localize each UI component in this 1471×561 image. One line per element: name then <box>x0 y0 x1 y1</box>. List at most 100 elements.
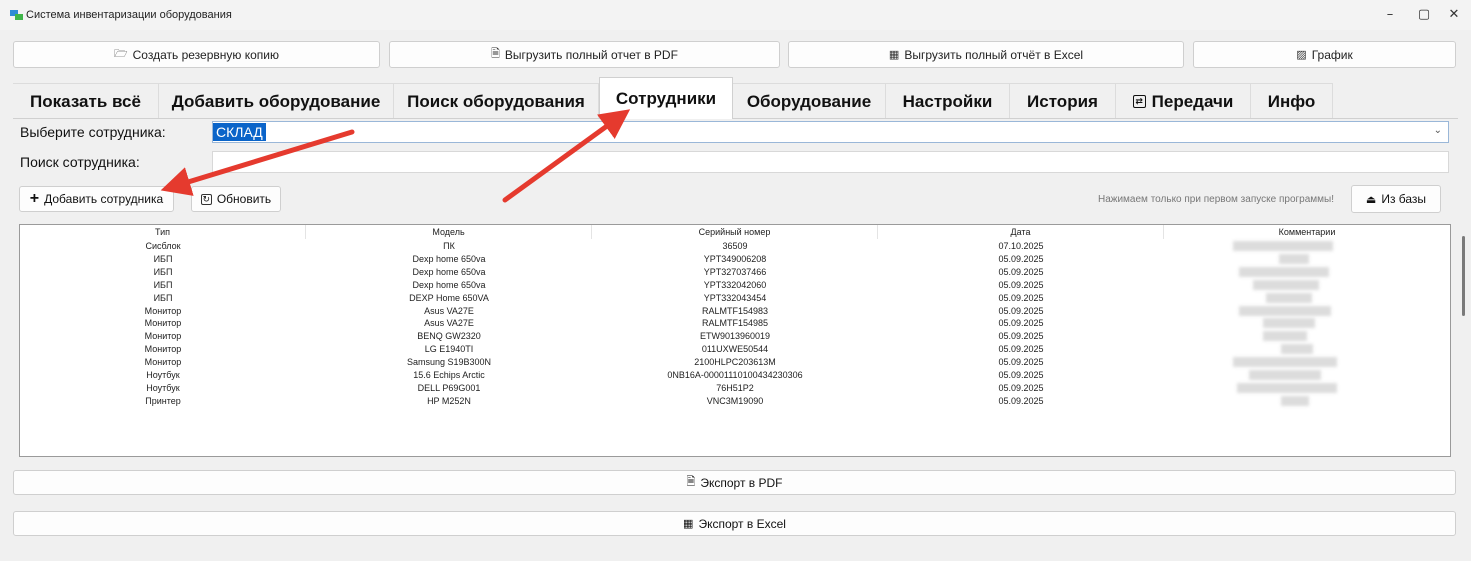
tab-show-all[interactable]: Показать всё <box>13 83 159 119</box>
refresh-button[interactable]: ↻ Обновить <box>191 186 281 212</box>
backup-label: Создать резервную копию <box>132 47 279 62</box>
add-employee-button[interactable]: + Добавить сотрудника <box>19 186 174 212</box>
cell-model: ПК <box>443 241 455 251</box>
cell-comments-redacted <box>1239 266 1329 277</box>
cell-model: Samsung S19B300N <box>406 357 492 368</box>
column-header-type[interactable]: Тип <box>20 225 306 239</box>
export-excel-button[interactable]: ▦ Экспорт в Excel <box>13 511 1456 536</box>
add-employee-label: Добавить сотрудника <box>44 192 164 206</box>
cell-serial: 011UXWE50544 <box>701 344 769 355</box>
employee-select[interactable]: СКЛАД ⌄ <box>212 121 1449 143</box>
cell-model: Dexp home 650va <box>412 253 486 264</box>
cell-type: ИБП <box>153 292 173 303</box>
tab-equipment[interactable]: Оборудование <box>733 83 886 119</box>
cell-date: 05.09.2025 <box>998 305 1044 316</box>
tab-settings[interactable]: Настройки <box>886 83 1010 119</box>
table-row[interactable]: Монитор Asus VA27E RALMTF154985 05.09.2025 <box>20 317 1450 329</box>
tab-history[interactable]: История <box>1010 83 1116 119</box>
first-run-hint: Нажимаем только при первом запуске прогр… <box>1098 194 1334 205</box>
table-row[interactable]: Принтер HP M252N VNC3M19090 05.09.2025 <box>20 395 1450 407</box>
minimize-button[interactable]: – <box>1373 4 1407 24</box>
from-db-button[interactable]: ⏏ Из базы <box>1351 185 1441 213</box>
close-button[interactable]: ✕ <box>1437 4 1471 24</box>
chart-icon: ▨ <box>1296 49 1307 61</box>
cell-model: Asus VA27E <box>424 318 474 329</box>
cell-serial: YPT327037466 <box>703 266 767 277</box>
chevron-down-icon[interactable]: ⌄ <box>1434 125 1442 136</box>
cell-model: Dexp home 650va <box>412 279 486 290</box>
cell-type: Ноутбук <box>146 370 180 380</box>
cell-type: Монитор <box>144 318 182 329</box>
table-row[interactable]: Ноутбук 15.6 Echips Arctic 0NB16A-00001110… <box>20 369 1450 381</box>
cell-type: ИБП <box>153 253 173 264</box>
export-pdf-label: Экспорт в PDF <box>700 475 783 490</box>
cell-model: BENQ GW2320 <box>417 331 481 342</box>
maximize-button[interactable]: ▢ <box>1407 4 1441 24</box>
cell-date: 07.10.2025 <box>998 241 1044 251</box>
cell-serial: 36509 <box>722 241 748 251</box>
table-row[interactable]: Монитор Samsung S19B300N 2100HLPC203613M 05… <box>20 356 1450 368</box>
table-row[interactable]: Ноутбук DELL P69G001 76H51P2 05.09.2025 <box>20 382 1450 394</box>
tab-transfers[interactable]: ⇄ Передачи <box>1116 83 1251 119</box>
cell-comments-redacted <box>1263 318 1315 329</box>
cell-comments-redacted <box>1279 253 1309 264</box>
export-pdf-button[interactable]: 🗎 Экспорт в PDF <box>13 470 1456 495</box>
cell-type: ИБП <box>153 279 173 290</box>
column-header-serial[interactable]: Серийный номер <box>592 225 878 239</box>
cell-date: 05.09.2025 <box>998 357 1044 368</box>
cell-date: 05.09.2025 <box>998 395 1044 406</box>
chart-button[interactable]: ▨ График <box>1193 41 1456 68</box>
export-full-excel-label: Выгрузить полный отчёт в Excel <box>904 47 1084 62</box>
spreadsheet-icon: ▦ <box>888 49 900 61</box>
cell-date: 05.09.2025 <box>998 382 1044 393</box>
cell-serial: RALMTF154985 <box>701 318 769 329</box>
cell-comments-redacted <box>1233 241 1333 251</box>
cell-date: 05.09.2025 <box>998 253 1044 264</box>
backup-button[interactable]: 🗁 Создать резервную копию <box>13 41 380 68</box>
tab-add-equipment[interactable]: Добавить оборудование <box>159 83 394 119</box>
from-db-label: Из базы <box>1381 192 1427 206</box>
table-row[interactable]: Монитор LG E1940TI 011UXWE50544 05.09.2025 <box>20 343 1450 355</box>
column-header-date[interactable]: Дата <box>878 225 1164 239</box>
chart-label: График <box>1311 47 1353 62</box>
table-row[interactable]: Монитор BENQ GW2320 ETW9013960019 05.09.202… <box>20 330 1450 342</box>
cell-date: 05.09.2025 <box>998 279 1044 290</box>
table-row[interactable]: Сисблок ПК 36509 07.10.2025 <box>20 240 1450 252</box>
plus-icon: + <box>29 190 40 207</box>
column-header-model[interactable]: Модель <box>306 225 592 239</box>
cell-model: Dexp home 650va <box>412 266 486 277</box>
tab-search-equipment[interactable]: Поиск оборудования <box>394 83 599 119</box>
employee-search-input[interactable] <box>212 151 1449 173</box>
tab-info[interactable]: Инфо <box>1251 83 1333 119</box>
cell-comments-redacted <box>1237 382 1337 393</box>
cell-comments-redacted <box>1249 370 1321 380</box>
export-full-excel-button[interactable]: ▦ Выгрузить полный отчёт в Excel <box>788 41 1184 68</box>
table-row[interactable]: ИБП DEXP Home 650VA YPT332043454 05.09.2025 <box>20 292 1450 304</box>
scrollbar[interactable] <box>1462 236 1465 316</box>
cell-type: Сисблок <box>145 241 181 251</box>
table-row[interactable]: ИБП Dexp home 650va YPT332042060 05.09.2025 <box>20 279 1450 291</box>
tab-employees[interactable]: Сотрудники <box>599 77 733 119</box>
cell-serial: 76H51P2 <box>716 382 754 393</box>
title-bar: Система инвентаризации оборудования – ▢ … <box>0 0 1471 30</box>
app-icon <box>10 10 23 20</box>
employee-select-value: СКЛАД <box>213 123 266 141</box>
cell-serial: RALMTF154983 <box>701 305 769 316</box>
equipment-table[interactable]: Тип Модель Серийный номер Дата Комментар… <box>19 224 1451 457</box>
table-row[interactable]: Монитор Asus VA27E RALMTF154983 05.09.2025 <box>20 305 1450 317</box>
column-header-comments[interactable]: Комментарии <box>1164 225 1450 239</box>
export-full-pdf-button[interactable]: 🗎 Выгрузить полный отчет в PDF <box>389 41 780 68</box>
tab-transfers-label: Передачи <box>1151 91 1234 111</box>
table-row[interactable]: ИБП Dexp home 650va YPT327037466 05.09.2025 <box>20 266 1450 278</box>
cell-comments-redacted <box>1266 292 1312 303</box>
cell-type: Монитор <box>144 357 182 368</box>
cell-comments-redacted <box>1253 279 1319 290</box>
cell-comments-redacted <box>1281 395 1309 406</box>
table-row[interactable]: ИБП Dexp home 650va YPT349006208 05.09.2025 <box>20 253 1450 265</box>
cell-date: 05.09.2025 <box>998 266 1044 277</box>
search-employee-label: Поиск сотрудника: <box>20 154 140 170</box>
cell-serial: VNC3M19090 <box>706 395 764 406</box>
cell-type: Монитор <box>144 344 182 355</box>
cell-model: Asus VA27E <box>424 305 474 316</box>
cell-serial: YPT332042060 <box>703 279 767 290</box>
